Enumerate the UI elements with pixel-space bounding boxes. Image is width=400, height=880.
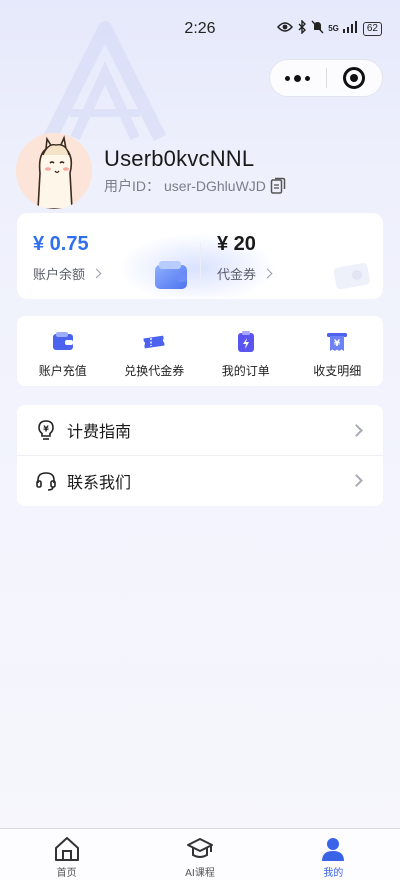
action-my-orders[interactable]: 我的订单 bbox=[200, 316, 292, 386]
user-id-label: 用户ID： bbox=[104, 178, 160, 194]
voucher-label: 代金券 bbox=[217, 268, 257, 283]
menu-item-billing-guide[interactable]: ¥ 计费指南 bbox=[17, 405, 383, 455]
voucher-amount: ¥ 20 bbox=[217, 233, 256, 255]
yuan-receipt-icon: ¥ bbox=[327, 333, 348, 351]
chevron-right-icon bbox=[350, 474, 363, 487]
menu-item-contact-us[interactable]: 联系我们 bbox=[17, 455, 383, 505]
chevron-right-icon bbox=[262, 268, 273, 279]
menu-label: 联系我们 bbox=[67, 472, 132, 492]
miniprogram-capsule bbox=[269, 59, 383, 97]
tab-mine[interactable]: 我的 bbox=[267, 829, 400, 880]
network-type: 5G bbox=[328, 23, 339, 33]
balance-label-row: 账户余额 bbox=[33, 264, 102, 283]
eye-icon bbox=[277, 21, 294, 36]
action-label: 收支明细 bbox=[313, 364, 362, 378]
balance-label: 账户余额 bbox=[33, 268, 86, 283]
profile-header: Userb0kvcNNL 用户ID： user-DGhluWJD bbox=[16, 133, 384, 209]
action-transactions[interactable]: ¥ 收支明细 bbox=[292, 316, 384, 386]
target-icon bbox=[343, 67, 366, 89]
mute-bell-icon bbox=[311, 20, 324, 37]
quick-actions: 账户充值 兑换代金券 我的订单 ¥ 收支明细 bbox=[17, 316, 383, 386]
avatar[interactable] bbox=[16, 133, 92, 209]
action-recharge[interactable]: 账户充值 bbox=[17, 316, 109, 386]
status-icons: 5G 62 bbox=[277, 19, 382, 37]
action-label: 兑换代金券 bbox=[124, 364, 185, 378]
voucher-label-row: 代金券 bbox=[217, 264, 273, 283]
ticket-icon bbox=[143, 335, 165, 349]
alpaca-avatar-icon bbox=[16, 133, 92, 209]
action-redeem-voucher[interactable]: 兑换代金券 bbox=[109, 316, 201, 386]
balance-amount: ¥ 0.75 bbox=[33, 233, 89, 255]
order-icon bbox=[237, 331, 254, 352]
user-id-value: user-DGhluWJD bbox=[164, 178, 266, 194]
user-icon bbox=[322, 838, 345, 861]
tab-bar: 首页 AI课程 我的 bbox=[0, 828, 400, 880]
action-label: 我的订单 bbox=[221, 364, 270, 378]
menu-label: 计费指南 bbox=[67, 422, 132, 441]
copy-icon[interactable] bbox=[270, 177, 286, 195]
tab-home[interactable]: 首页 bbox=[0, 829, 133, 880]
more-dots-icon[interactable] bbox=[270, 60, 326, 96]
svg-text:¥: ¥ bbox=[43, 425, 49, 434]
chevron-right-icon bbox=[91, 268, 102, 279]
wallet-illustration-icon bbox=[155, 261, 187, 289]
close-miniprogram-button[interactable] bbox=[327, 60, 383, 96]
tab-label: AI课程 bbox=[185, 868, 215, 879]
home-icon bbox=[54, 837, 79, 861]
account-balance[interactable]: ¥ 0.75 账户余额 bbox=[33, 233, 102, 283]
voucher-balance[interactable]: ¥ 20 代金券 bbox=[217, 233, 273, 283]
wallet-card: ¥ 0.75 账户余额 ¥ 20 代金券 bbox=[17, 213, 383, 299]
wallet-divider bbox=[200, 243, 201, 279]
bluetooth-icon bbox=[297, 19, 307, 37]
graduation-cap-icon bbox=[186, 838, 213, 858]
svg-text:¥: ¥ bbox=[334, 339, 341, 349]
username: Userb0kvcNNL bbox=[104, 146, 255, 171]
menu-list: ¥ 计费指南 联系我们 bbox=[17, 405, 383, 506]
tab-label: 我的 bbox=[323, 868, 344, 879]
signal-icon bbox=[342, 21, 357, 36]
tab-ai-course[interactable]: AI课程 bbox=[133, 829, 266, 880]
chevron-right-icon bbox=[350, 423, 363, 437]
wallet-icon bbox=[52, 332, 73, 350]
voucher-illustration-icon bbox=[333, 263, 370, 290]
action-label: 账户充值 bbox=[38, 364, 87, 378]
battery-level: 62 bbox=[362, 21, 382, 36]
headset-icon bbox=[36, 471, 56, 491]
user-id-row: 用户ID： user-DGhluWJD bbox=[104, 176, 286, 196]
tab-label: 首页 bbox=[56, 868, 77, 879]
bulb-yuan-icon: ¥ bbox=[38, 420, 54, 440]
background-logo-icon bbox=[43, 21, 167, 142]
